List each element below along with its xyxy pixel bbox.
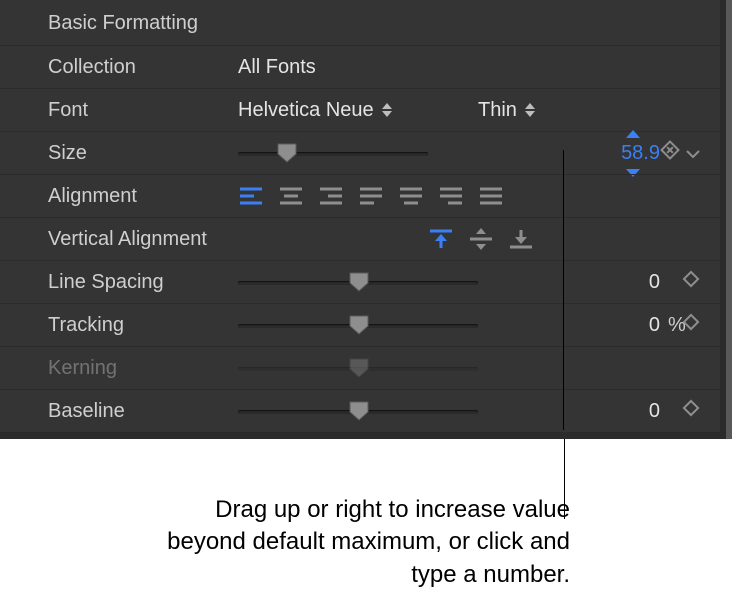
alignment-group [238,186,504,206]
keyframe-menu-button[interactable] [686,142,700,165]
line-spacing-value-field[interactable]: 0 [560,271,660,294]
line-spacing-slider[interactable] [238,272,478,292]
valign-label: Vertical Alignment [48,228,238,251]
slider-track [238,152,428,156]
kerning-label: Kerning [48,357,238,380]
tracking-slider[interactable] [238,315,478,335]
align-justify-center-button[interactable] [398,186,424,206]
slider-thumb-icon[interactable] [348,314,370,336]
slider-thumb-icon[interactable] [348,271,370,293]
align-justify-all-button[interactable] [478,186,504,206]
baseline-value-field[interactable]: 0 [560,400,660,423]
slider-thumb-icon[interactable] [348,400,370,422]
callout-text: Drag up or right to increase value beyon… [130,494,570,591]
valign-bottom-button[interactable] [508,228,534,250]
row-tracking: Tracking 0 % [0,303,720,346]
inspector-panel: Basic Formatting Collection All Fonts Fo… [0,0,726,439]
tracking-label: Tracking [48,314,238,337]
align-justify-left-button[interactable] [358,186,384,206]
font-family-select[interactable]: Helvetica Neue [238,99,438,122]
align-justify-right-button[interactable] [438,186,464,206]
section-title: Basic Formatting [0,0,720,45]
row-vertical-alignment: Vertical Alignment [0,217,720,260]
valign-top-button[interactable] [428,228,454,250]
align-left-button[interactable] [238,186,264,206]
keyframe-diamond-button[interactable] [682,313,700,337]
collection-value: All Fonts [238,56,316,79]
stepper-caret-icon [525,103,535,117]
stepper-caret-icon [382,103,392,117]
row-collection: Collection All Fonts [0,45,720,88]
tracking-value-field[interactable]: 0 [560,314,660,337]
value-stepper-icon[interactable] [626,130,640,177]
keyframe-diamond-button[interactable] [682,399,700,423]
align-right-button[interactable] [318,186,344,206]
row-font: Font Helvetica Neue Thin [0,88,720,131]
baseline-slider[interactable] [238,401,478,421]
font-style-select[interactable]: Thin [478,99,535,122]
alignment-label: Alignment [48,185,238,208]
font-family-value: Helvetica Neue [238,99,374,122]
size-value-field[interactable]: 58.9 [560,142,660,165]
slider-thumb-icon[interactable] [276,142,298,164]
row-size: Size 58.9 [0,131,720,174]
align-center-button[interactable] [278,186,304,206]
row-kerning: Kerning [0,346,720,389]
valign-group [428,228,534,250]
callout-leader-line [563,150,564,430]
size-slider[interactable] [238,143,428,163]
row-baseline: Baseline 0 [0,389,720,433]
callout: Drag up or right to increase value beyon… [0,439,720,599]
baseline-label: Baseline [48,400,238,423]
valign-middle-button[interactable] [468,228,494,250]
row-alignment: Alignment [0,174,720,217]
add-keyframe-button[interactable] [660,140,680,166]
collection-select[interactable]: All Fonts [238,56,316,79]
font-style-value: Thin [478,99,517,122]
kerning-slider [238,358,478,378]
collection-label: Collection [48,56,238,79]
line-spacing-label: Line Spacing [48,271,238,294]
size-label: Size [48,142,238,165]
keyframe-diamond-button[interactable] [682,270,700,294]
row-line-spacing: Line Spacing 0 [0,260,720,303]
slider-thumb-icon [348,357,370,379]
font-label: Font [48,99,238,122]
